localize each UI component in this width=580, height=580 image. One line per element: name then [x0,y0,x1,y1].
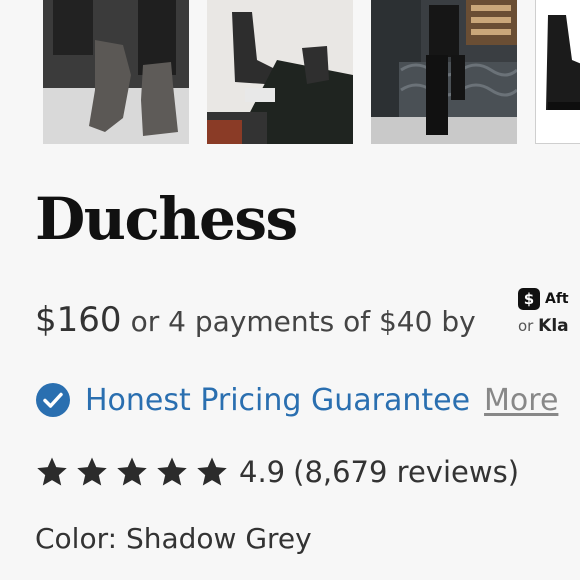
star-icon [117,457,147,486]
cash-app-icon: $ [518,288,540,310]
star-rating [35,455,235,489]
afterpay-option[interactable]: $ Aft [518,288,569,310]
afterpay-label: Aft [545,291,569,307]
boot-photo-grey [43,0,189,144]
gallery-thumbnail[interactable] [207,0,353,144]
product-price: $160 [35,300,122,340]
gallery-thumbnail[interactable] [43,0,189,144]
color-value: Shadow Grey [125,522,312,555]
guarantee-label: Honest Pricing Guarantee [85,382,471,418]
klarna-label: Kla [538,316,569,336]
bnpl-options[interactable]: $ Aft or Kla [518,288,569,336]
installments-text: or 4 payments of $40 by [130,305,476,338]
price-row: $160 or 4 payments of $40 by [35,300,476,340]
star-icon [197,457,227,486]
gallery-thumbnail[interactable] [535,0,580,144]
color-label: Color: [35,522,118,555]
check-badge-icon [36,383,70,417]
honest-pricing-guarantee[interactable]: Honest Pricing Guarantee More [35,382,558,418]
star-icon [37,457,67,486]
gallery-thumbnail[interactable] [371,0,517,144]
color-selection: Color: Shadow Grey [35,522,312,555]
review-count[interactable]: (8,679 reviews) [293,455,519,489]
rating-value: 4.9 [239,455,286,489]
boot-photo-seated [207,0,353,144]
or-label: or [518,317,534,335]
star-icon [77,457,107,486]
boot-photo-storefront [371,0,517,144]
star-icon [157,457,187,486]
more-link[interactable]: More [484,383,558,418]
product-title: Duchess [35,185,298,253]
boot-photo-product [536,0,580,143]
image-gallery [0,0,580,146]
rating-summary[interactable]: 4.9 (8,679 reviews) [35,455,519,489]
klarna-option[interactable]: or Kla [518,316,569,336]
